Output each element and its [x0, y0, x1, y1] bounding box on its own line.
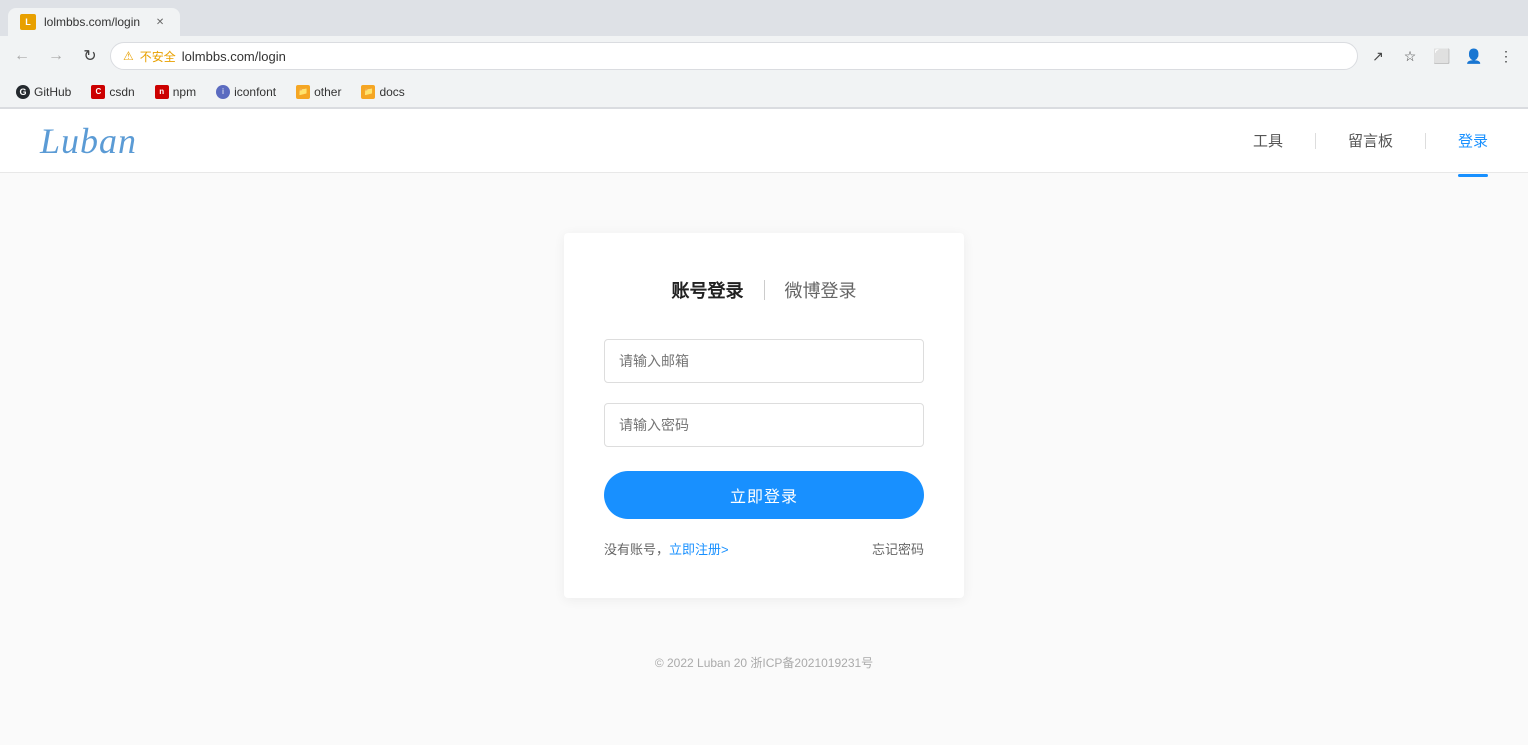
reload-button[interactable]: ↻	[76, 42, 104, 70]
forgot-password-link[interactable]: 忘记密码	[872, 539, 924, 558]
forward-button[interactable]: →	[42, 42, 70, 70]
bookmark-docs-label: docs	[379, 85, 404, 99]
bookmark-csdn[interactable]: C csdn	[83, 80, 142, 104]
toolbar-actions: ↗ ☆ ⬜ 👤 ⋮	[1364, 42, 1520, 70]
bookmark-docs[interactable]: 📁 docs	[353, 80, 412, 104]
site-header: Luban 工具 留言板 登录	[0, 109, 1528, 173]
register-link[interactable]: 立即注册>	[669, 542, 729, 557]
bookmark-npm[interactable]: n npm	[147, 80, 204, 104]
tab-close-button[interactable]: ✕	[152, 14, 168, 30]
bookmark-npm-label: npm	[173, 85, 196, 99]
bookmark-github-label: GitHub	[34, 85, 71, 99]
nav-divider-1	[1315, 133, 1316, 149]
tab-account-login[interactable]: 账号登录	[652, 273, 764, 307]
site-nav: 工具 留言板 登录	[1253, 126, 1488, 155]
bookmark-csdn-label: csdn	[109, 85, 134, 99]
nav-guestbook[interactable]: 留言板	[1348, 126, 1393, 155]
page-footer: © 2022 Luban 20 浙ICP备2021019231号	[0, 638, 1528, 687]
bookmark-iconfont[interactable]: i iconfont	[208, 80, 284, 104]
nav-login[interactable]: 登录	[1458, 126, 1488, 155]
back-button[interactable]: ←	[8, 42, 36, 70]
site-logo: Luban	[40, 120, 137, 162]
share-button[interactable]: ↗	[1364, 42, 1392, 70]
bookmark-other[interactable]: 📁 other	[288, 80, 349, 104]
url-text: lolmbbs.com/login	[182, 49, 286, 64]
security-icon: ⚠	[123, 49, 134, 63]
password-input[interactable]	[604, 403, 924, 447]
register-prefix: 没有账号，	[604, 542, 669, 557]
extensions-button[interactable]: ⬜	[1428, 42, 1456, 70]
password-field-group	[604, 403, 924, 447]
tab-weibo-login[interactable]: 微博登录	[765, 273, 877, 307]
tab-title: lolmbbs.com/login	[44, 15, 140, 29]
login-footer: 没有账号，立即注册> 忘记密码	[604, 539, 924, 558]
security-label: 不安全	[140, 48, 176, 65]
bookmark-github[interactable]: G GitHub	[8, 80, 79, 104]
bookmark-iconfont-label: iconfont	[234, 85, 276, 99]
page-content: Luban 工具 留言板 登录 账号登录 微博登录	[0, 109, 1528, 745]
account-button[interactable]: 👤	[1460, 42, 1488, 70]
bookmark-other-label: other	[314, 85, 341, 99]
nav-tools[interactable]: 工具	[1253, 126, 1283, 155]
active-tab[interactable]: L lolmbbs.com/login ✕	[8, 8, 180, 36]
bookmark-button[interactable]: ☆	[1396, 42, 1424, 70]
browser-toolbar: ← → ↻ ⚠ 不安全 lolmbbs.com/login ↗ ☆ ⬜ 👤 ⋮	[0, 36, 1528, 76]
login-container: 账号登录 微博登录 立即登录 没有账号，立即注册> 忘记密码	[0, 173, 1528, 638]
browser-chrome: L lolmbbs.com/login ✕ ← → ↻ ⚠ 不安全 lolmbb…	[0, 0, 1528, 109]
email-field-group	[604, 339, 924, 383]
footer-text: © 2022 Luban 20 浙ICP备2021019231号	[655, 656, 873, 670]
nav-divider-2	[1425, 133, 1426, 149]
login-box: 账号登录 微博登录 立即登录 没有账号，立即注册> 忘记密码	[564, 233, 964, 598]
email-input[interactable]	[604, 339, 924, 383]
login-tabs: 账号登录 微博登录	[604, 273, 924, 307]
register-text: 没有账号，立即注册>	[604, 539, 729, 558]
bookmarks-bar: G GitHub C csdn n npm i iconfont 📁	[0, 76, 1528, 108]
menu-button[interactable]: ⋮	[1492, 42, 1520, 70]
address-bar[interactable]: ⚠ 不安全 lolmbbs.com/login	[110, 42, 1358, 70]
login-submit-button[interactable]: 立即登录	[604, 471, 924, 519]
tab-favicon: L	[20, 14, 36, 30]
browser-tabs: L lolmbbs.com/login ✕	[0, 0, 1528, 36]
